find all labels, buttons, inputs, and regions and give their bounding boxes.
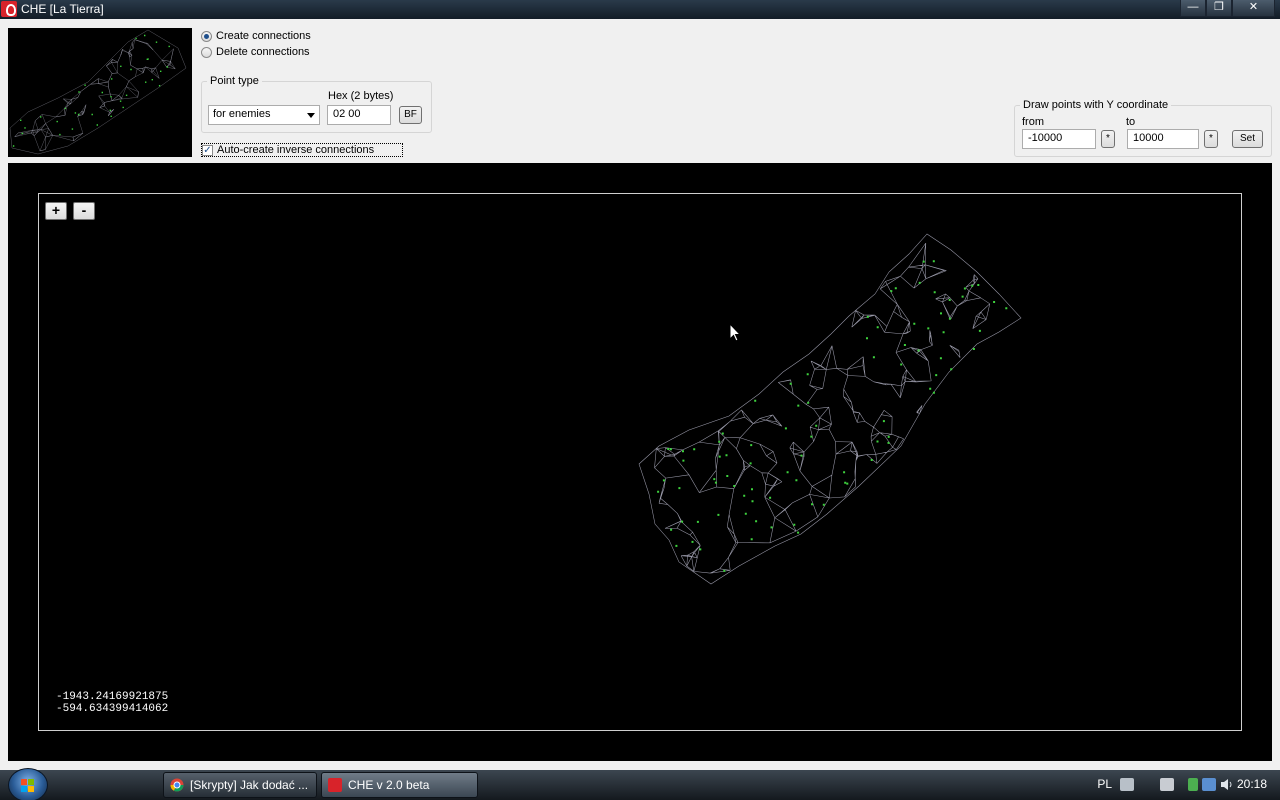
mesh-points[interactable] [657,260,1008,572]
mesh-edges [9,29,187,155]
y-to-star-button[interactable]: * [1204,130,1218,148]
minimize-button[interactable]: — [1180,0,1206,17]
zoom-out-button[interactable]: - [73,202,95,220]
minimap[interactable] [8,28,192,157]
mesh-edges [638,233,1022,585]
create-connections-radio[interactable] [201,30,212,42]
coordinate-x: -1943.24169921875 [56,691,169,703]
point-type-legend: Point type [210,75,259,87]
hex-label: Hex (2 bytes) [328,90,394,102]
maximize-button[interactable]: ❐ [1206,0,1232,17]
auto-inverse-option[interactable]: ✓ Auto-create inverse connections [201,143,403,157]
minimap-graphic [9,29,187,155]
network-icon[interactable] [1202,778,1216,791]
y-filter-legend: Draw points with Y coordinate [1023,99,1169,111]
to-label: to [1126,116,1136,128]
taskbar-item-che-label: CHE v 2.0 beta [348,778,430,792]
taskbar-item-browser-label: [Skrypty] Jak dodać ... [190,778,309,792]
delete-connections-radio[interactable] [201,46,212,58]
volume-icon[interactable] [1220,778,1234,791]
chrome-icon [170,778,184,792]
from-label: from [1022,116,1044,128]
che-app-icon [328,778,342,792]
window-title: CHE [La Tierra] [21,2,104,16]
set-button[interactable]: Set [1232,130,1263,148]
dropdown-arrow-icon [307,113,315,118]
tray-app-icon[interactable] [1160,778,1174,791]
mesh-connections [9,29,187,155]
taskbar-item-browser[interactable]: [Skrypty] Jak dodać ... [163,772,317,798]
delete-connections-label: Delete connections [216,46,310,58]
y-from-star-button[interactable]: * [1101,130,1115,148]
hex-input[interactable]: 02 00 [327,105,391,125]
create-connections-label: Create connections [216,30,311,42]
language-indicator[interactable]: PL [1097,777,1112,791]
map-viewport[interactable]: + - -1943.24169921875 -594.634399414062 [8,163,1272,761]
cursor-coordinates: -1943.24169921875 -594.634399414062 [56,691,168,715]
title-bar[interactable]: CHE [La Tierra] — ❐ ✕ [0,0,1280,19]
y-to-input[interactable]: 10000 [1127,129,1199,149]
delete-connections-option[interactable]: Delete connections [201,45,310,59]
zoom-in-button[interactable]: + [45,202,67,220]
create-connections-option[interactable]: Create connections [201,29,311,43]
app-icon [1,1,17,17]
enemy-points [657,260,1008,572]
battery-icon[interactable] [1188,778,1198,791]
mouse-cursor-icon [729,323,741,342]
close-button[interactable]: ✕ [1232,0,1275,17]
main-window: Create connections Delete connections Po… [0,19,1280,770]
taskbar-item-che[interactable]: CHE v 2.0 beta [321,772,478,798]
clock[interactable]: 20:18 [1237,777,1267,791]
taskbar: [Skrypty] Jak dodać ... CHE v 2.0 beta P… [0,768,1280,800]
map-canvas[interactable]: + - -1943.24169921875 -594.634399414062 [38,193,1242,731]
y-from-input[interactable]: -10000 [1022,129,1096,149]
start-button[interactable] [8,768,48,800]
point-type-selected: for enemies [213,108,271,120]
keyboard-icon[interactable] [1120,778,1134,791]
navigation-mesh[interactable] [39,194,1241,730]
point-type-select[interactable]: for enemies [208,105,320,125]
mesh-connections [638,233,1022,585]
coordinate-y: -594.634399414062 [56,703,169,715]
bf-button[interactable]: BF [399,106,422,124]
system-tray: PL 20:18 [1080,770,1280,800]
auto-inverse-checkbox[interactable]: ✓ [202,144,213,156]
windows-logo-icon [21,779,35,792]
auto-inverse-label: Auto-create inverse connections [217,144,375,156]
window-controls: — ❐ ✕ [1180,0,1275,17]
